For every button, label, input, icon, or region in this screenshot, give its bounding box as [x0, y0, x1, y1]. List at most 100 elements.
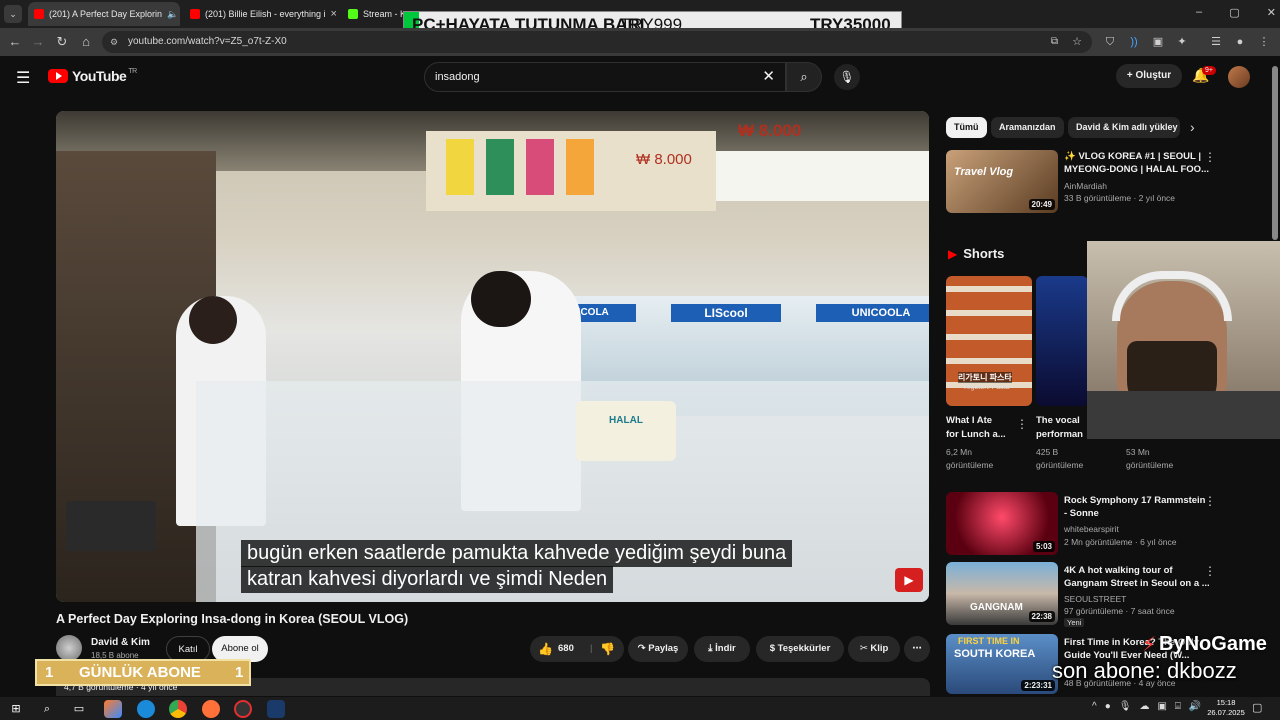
- extension-audio-icon[interactable]: )): [1126, 34, 1142, 50]
- youtube-header: ☰ YouTube TR insadong ✕ ⌕ 🎙 + Oluştur 🔔 …: [0, 56, 1270, 98]
- tab-search-dropdown-icon[interactable]: ⌄: [4, 5, 22, 23]
- short-thumbnail-2[interactable]: [1036, 276, 1088, 406]
- more-actions-button[interactable]: ⋯: [904, 636, 930, 662]
- video-player[interactable]: ₩ 8.000 ₩ 8.000 UNICOLA LIScool UNICOOLA…: [56, 111, 929, 602]
- tray-cloud-icon[interactable]: ☁: [1139, 701, 1149, 712]
- chip-all[interactable]: Tümü: [946, 117, 987, 138]
- tray-mic-icon[interactable]: 🎙: [1119, 701, 1132, 712]
- channel-avatar[interactable]: [56, 635, 82, 661]
- menu-card: [486, 139, 514, 195]
- account-avatar[interactable]: [1228, 66, 1250, 88]
- tab-billie-eilish[interactable]: (201) Billie Eilish - everything i ×: [184, 2, 336, 26]
- task-view-icon[interactable]: ▭: [70, 700, 88, 718]
- url-field[interactable]: ⚙ youtube.com/watch?v=Z5_o7t-Z-X0 ⧉ ☆: [102, 31, 1092, 53]
- related-title-line2: Gangnam Street in Seoul on a ...: [1064, 578, 1210, 589]
- windows-start-icon[interactable]: ⊞: [7, 700, 25, 718]
- video-duration: 20:49: [1028, 199, 1055, 210]
- site-info-icon[interactable]: ⚙: [110, 31, 118, 53]
- tab-perfect-day[interactable]: (201) A Perfect Day Explorin 🔈 ×: [28, 2, 180, 26]
- tray-app-icon[interactable]: ●: [1105, 701, 1111, 712]
- plus-icon: +: [1126, 70, 1136, 81]
- taskbar-app-copilot-icon[interactable]: [104, 700, 122, 718]
- speaker-icon[interactable]: 🔈: [167, 9, 178, 20]
- thanks-button[interactable]: $ Teşekkürler: [756, 636, 844, 662]
- taskbar-search-icon[interactable]: ⌕: [38, 700, 56, 718]
- back-icon[interactable]: ←: [6, 33, 24, 51]
- tray-network-icon[interactable]: ⌸: [1175, 701, 1181, 712]
- like-icon[interactable]: 👍: [538, 636, 553, 662]
- related-thumbnail[interactable]: 5:03: [946, 492, 1058, 555]
- minimize-icon[interactable]: –: [1196, 6, 1202, 19]
- forward-icon[interactable]: →: [29, 33, 47, 51]
- taskbar-app-chrome-icon[interactable]: [169, 700, 187, 718]
- short-views: 53 Mn: [1126, 447, 1150, 457]
- taskbar-app-steam-icon[interactable]: [267, 700, 285, 718]
- chip-from-search[interactable]: Aramanızdan: [991, 117, 1064, 138]
- tab-title: (201) A Perfect Day Explorin: [49, 9, 163, 19]
- extension-window-icon[interactable]: ▣: [1150, 34, 1166, 50]
- create-button[interactable]: + Oluştur: [1116, 64, 1182, 88]
- related-title-line2: - Sonne: [1064, 508, 1099, 519]
- menu-card: [526, 139, 554, 195]
- page-scrollbar-thumb[interactable]: [1272, 66, 1278, 240]
- more-vertical-icon[interactable]: ⋮: [1204, 494, 1216, 508]
- reload-icon[interactable]: ↻: [53, 33, 71, 51]
- browser-menu-icon[interactable]: ⋮: [1256, 34, 1272, 50]
- clear-search-icon[interactable]: ✕: [762, 63, 775, 91]
- install-app-icon[interactable]: ⧉: [1051, 31, 1058, 53]
- tray-chevron-icon[interactable]: ^: [1092, 701, 1097, 712]
- more-vertical-icon[interactable]: ⋮: [1016, 417, 1028, 431]
- home-icon[interactable]: ⌂: [77, 33, 95, 51]
- voice-search-button[interactable]: 🎙: [834, 64, 860, 90]
- short-views-label: görüntüleme: [1036, 460, 1084, 470]
- extensions-puzzle-icon[interactable]: ✦: [1174, 34, 1190, 50]
- profile-icon[interactable]: ●: [1232, 34, 1248, 50]
- youtube-favicon-icon: [190, 9, 200, 19]
- notification-center-icon[interactable]: ▢: [1252, 701, 1262, 714]
- search-input[interactable]: insadong ✕: [424, 62, 786, 92]
- reading-list-icon[interactable]: ☰: [1208, 34, 1224, 50]
- thumb-overlay-text: Travel Vlog: [954, 166, 1014, 178]
- channel-name[interactable]: David & Kim: [91, 637, 150, 648]
- clock[interactable]: 15:18 26.07.2025: [1206, 698, 1246, 718]
- download-button[interactable]: ⤓ İndir: [694, 636, 750, 662]
- chip-from-uploader[interactable]: David & Kim adlı yükley: [1068, 117, 1180, 138]
- related-thumbnail[interactable]: Travel Vlog 20:49: [946, 150, 1058, 213]
- scene-menu-board: [426, 131, 716, 211]
- tray-volume-icon[interactable]: 🔊: [1189, 701, 1201, 712]
- youtube-logo[interactable]: YouTube TR: [48, 68, 137, 84]
- bookmark-star-icon[interactable]: ☆: [1072, 31, 1082, 53]
- tray-display-icon[interactable]: ▣: [1157, 701, 1166, 712]
- close-window-icon[interactable]: ✕: [1267, 6, 1276, 19]
- hamburger-menu-icon[interactable]: ☰: [16, 68, 30, 88]
- more-vertical-icon[interactable]: ⋮: [1204, 150, 1216, 164]
- related-thumbnail[interactable]: FIRST TIME IN SOUTH KOREA 2:23:31: [946, 634, 1058, 694]
- taskbar-app-firefox-icon[interactable]: [202, 700, 220, 718]
- channel-watermark-icon[interactable]: ▶: [895, 568, 923, 592]
- related-video-3[interactable]: GANGNAM 22:38 4K A hot walking tour of G…: [946, 562, 1216, 628]
- clock-time: 15:18: [1216, 698, 1236, 707]
- related-thumbnail[interactable]: GANGNAM 22:38: [946, 562, 1058, 625]
- search-button[interactable]: ⌕: [786, 62, 822, 92]
- related-video-1[interactable]: Travel Vlog 20:49 ✨ VLOG KOREA #1 | SEOU…: [946, 150, 1216, 214]
- maximize-icon[interactable]: ▢: [1229, 6, 1239, 19]
- short-views: 425 B: [1036, 447, 1059, 457]
- more-vertical-icon[interactable]: ⋮: [1204, 564, 1216, 578]
- close-tab-icon[interactable]: ×: [331, 8, 336, 20]
- like-count[interactable]: 680: [558, 636, 574, 662]
- share-label: Paylaş: [648, 643, 679, 654]
- chips-next-icon[interactable]: ›: [1190, 119, 1195, 135]
- scene-price-sign: ₩ 8.000: [738, 121, 802, 140]
- short-thumbnail-1[interactable]: 리가토니 파스타 Rigatoni Pasta: [946, 276, 1032, 406]
- system-tray: ^ ● 🎙 ☁ ▣ ⌸ 🔊: [1092, 701, 1201, 712]
- share-icon: ↷: [637, 643, 649, 654]
- taskbar-app-obs-icon[interactable]: [234, 700, 252, 718]
- taskbar-app-edge-icon[interactable]: [137, 700, 155, 718]
- clip-button[interactable]: ✂ Klip: [848, 636, 900, 662]
- share-button[interactable]: ↷ Paylaş: [628, 636, 688, 662]
- video-duration: 5:03: [1032, 541, 1055, 552]
- extension-shield-icon[interactable]: ⛉: [1102, 34, 1118, 50]
- dislike-icon[interactable]: 👎: [600, 636, 615, 662]
- tab-stream[interactable]: Stream - K: [342, 2, 404, 26]
- related-video-2[interactable]: 5:03 Rock Symphony 17 Rammstein - Sonne …: [946, 492, 1216, 556]
